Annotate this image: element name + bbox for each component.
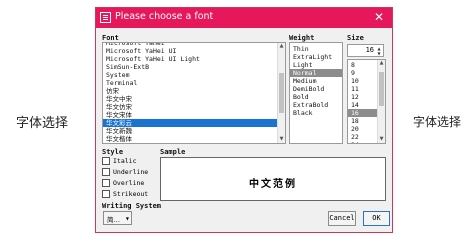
strikeout-checkbox-box[interactable]: [102, 190, 110, 198]
font-list-item[interactable]: Microsoft YaHei UI Light: [103, 55, 277, 63]
overline-checkbox-box[interactable]: [102, 179, 110, 187]
close-icon[interactable]: ✕: [374, 10, 384, 25]
font-list-item[interactable]: 华文中宋: [103, 95, 277, 103]
size-list[interactable]: 89101112141618202224 ▲ ▼: [347, 59, 386, 144]
weight-list-item[interactable]: Bold: [290, 93, 342, 101]
font-list-item[interactable]: 华文新魏: [103, 127, 277, 135]
scroll-up-icon[interactable]: ▲: [278, 43, 285, 50]
weight-label: Weight: [289, 34, 315, 42]
size-list-item[interactable]: 9: [348, 69, 377, 77]
size-list-item[interactable]: 14: [348, 101, 377, 109]
size-spinbox[interactable]: 16 ▲ ▼: [347, 44, 384, 57]
writing-system-value: 简…: [107, 216, 120, 224]
size-list-item[interactable]: 24: [348, 141, 377, 143]
size-list-item[interactable]: 22: [348, 133, 377, 141]
left-caption: 字体选择: [16, 116, 69, 131]
font-list[interactable]: Microsoft YaHei Microsoft YaHei UI Microso…: [102, 42, 286, 144]
weight-list-item[interactable]: ExtraBold: [290, 101, 342, 109]
window-icon: [100, 12, 111, 23]
weight-list-item[interactable]: Medium: [290, 77, 342, 85]
font-list-item[interactable]: System: [103, 71, 277, 79]
size-list-item[interactable]: 11: [348, 85, 377, 93]
weight-list-item[interactable]: ExtraLight: [290, 53, 342, 61]
font-list-item[interactable]: Microsoft YaHei UI: [103, 47, 277, 55]
scroll-down-icon[interactable]: ▼: [278, 136, 285, 143]
chevron-down-icon: ▼: [125, 216, 129, 221]
font-list-item[interactable]: 华文琥珀: [103, 143, 277, 144]
size-scroll-thumb[interactable]: [379, 72, 384, 106]
strikeout-label: Strikeout: [113, 190, 149, 198]
size-value: 16: [365, 46, 374, 54]
size-list-item[interactable]: 18: [348, 117, 377, 125]
size-list-item[interactable]: 10: [348, 77, 377, 85]
scroll-thumb[interactable]: [279, 73, 284, 113]
style-label: Style: [102, 148, 124, 156]
font-list-item[interactable]: SimSun-ExtB: [103, 63, 277, 71]
font-label: Font: [102, 34, 119, 42]
weight-list-item[interactable]: DemiBold: [290, 85, 342, 93]
sample-text: 中文范例: [249, 179, 297, 190]
title-bar[interactable]: Please choose a font ✕: [96, 8, 392, 28]
weight-list[interactable]: Thin ExtraLight Light Normal Medium DemiBold B…: [289, 42, 343, 144]
dialog-title: Please choose a font: [115, 11, 214, 22]
size-list-item[interactable]: 20: [348, 125, 377, 133]
font-list-item[interactable]: 华文楷体: [103, 135, 277, 143]
size-list-scrollbar[interactable]: ▲ ▼: [377, 60, 385, 143]
spin-down-icon[interactable]: ▼: [376, 51, 382, 56]
font-list-item[interactable]: 华文宋体: [103, 111, 277, 119]
font-list-item[interactable]: 华文仿宋: [103, 103, 277, 111]
sample-label: Sample: [160, 148, 186, 156]
sample-preview: 中文范例: [160, 157, 386, 201]
underline-checkbox-box[interactable]: [102, 168, 110, 176]
size-list-item[interactable]: 12: [348, 93, 377, 101]
font-list-item[interactable]: 仿宋: [103, 87, 277, 95]
size-scroll-up-icon[interactable]: ▲: [378, 60, 385, 67]
cancel-button[interactable]: Cancel: [328, 211, 356, 226]
weight-list-item[interactable]: Thin: [290, 45, 342, 53]
size-list-item[interactable]: 8: [348, 61, 377, 69]
underline-label: Underline: [113, 168, 149, 176]
italic-checkbox-box[interactable]: [102, 157, 110, 165]
weight-list-item[interactable]: Normal: [290, 69, 342, 77]
font-list-item[interactable]: Terminal: [103, 79, 277, 87]
writing-system-select[interactable]: 简… ▼: [103, 211, 132, 225]
weight-list-item[interactable]: Black: [290, 109, 342, 117]
weight-list-item[interactable]: Light: [290, 61, 342, 69]
ok-button[interactable]: OK: [363, 211, 390, 226]
size-label: Size: [347, 34, 364, 42]
overline-label: Overline: [113, 179, 145, 187]
right-caption: 字体选择: [413, 115, 462, 129]
size-scroll-down-icon[interactable]: ▼: [378, 136, 385, 143]
size-list-item[interactable]: 16: [348, 109, 377, 117]
italic-label: Italic: [113, 157, 137, 165]
font-list-item[interactable]: 华文彩云: [103, 119, 277, 127]
writing-system-label: Writing System: [102, 202, 162, 210]
font-list-scrollbar[interactable]: ▲ ▼: [277, 43, 285, 143]
